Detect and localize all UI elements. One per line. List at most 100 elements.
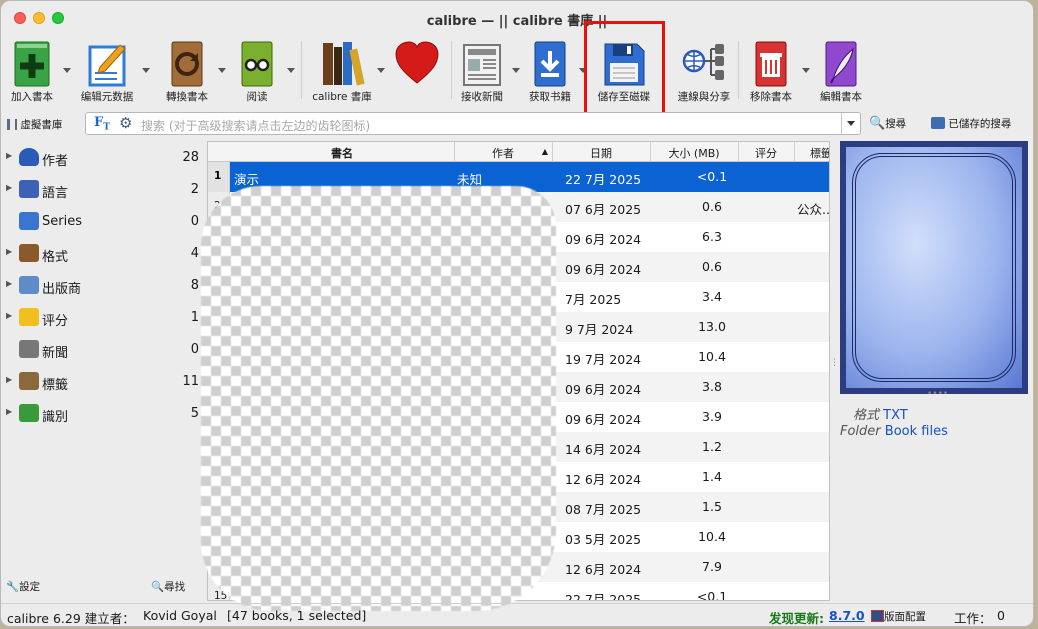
calibre-window: calibre — || calibre 書庫 || 加入書本 编辑元数据 轉換… (0, 0, 1034, 627)
sidebar-item-label: 標籤 (42, 378, 69, 393)
folder-link[interactable]: Book files (885, 424, 948, 439)
book-size: 1.2 (702, 439, 722, 454)
magnifier-icon: 🔍 (869, 116, 886, 131)
book-size: 1.5 (702, 499, 722, 514)
author-header-label: 作者 (492, 147, 514, 160)
expand-arrow-icon[interactable]: ▶ (6, 151, 12, 160)
book-date: 09 6月 2024 (565, 262, 642, 277)
connect-share-label: 連線與分享 (677, 91, 731, 103)
details-format: 格式 TXT (853, 404, 908, 423)
library-button[interactable]: calibre 書庫 (307, 35, 377, 105)
wrench-icon: 🔧 (6, 581, 20, 593)
series-icon (19, 212, 39, 230)
settings-button[interactable]: 🔧設定 (6, 579, 40, 594)
gear-icon[interactable]: ⚙ (119, 114, 132, 132)
column-header-date[interactable]: 日期 (552, 145, 650, 161)
sidebar-item-label: 語言 (42, 186, 69, 201)
update-label: 发现更新: (769, 611, 824, 626)
connect-share-button[interactable]: 連線與分享 (675, 35, 733, 105)
add-book-dropdown-icon[interactable] (63, 68, 71, 73)
book-size: 0.6 (702, 199, 722, 214)
expand-arrow-icon[interactable]: ▶ (6, 407, 12, 416)
sidebar-item-identifiers[interactable]: ▶ 識別 5 (1, 399, 205, 427)
column-header-tags[interactable]: 標籤 (794, 145, 829, 161)
identifiers-icon (19, 404, 39, 422)
add-book-button[interactable]: 加入書本 (1, 35, 63, 105)
toolbar-divider (451, 41, 452, 99)
sidebar-item-formats[interactable]: ▶ 格式 4 (1, 239, 205, 267)
splitter-handle[interactable]: ⋮ (830, 359, 839, 385)
sidebar-item-authors[interactable]: ▶ 作者 28 (1, 143, 205, 171)
cover-splitter-handle[interactable]: •••• (927, 389, 948, 399)
format-link[interactable]: TXT (883, 408, 908, 423)
read-dropdown-icon[interactable] (287, 68, 295, 73)
virtual-library-icon (7, 119, 17, 130)
sidebar-item-languages[interactable]: ▶ 語言 2 (1, 175, 205, 203)
convert-book-button[interactable]: 轉換書本 (157, 35, 217, 105)
column-header-rating[interactable]: 评分 (738, 145, 794, 161)
book-date: 9 7月 2024 (565, 322, 634, 337)
read-book-button[interactable]: 阅读 (229, 35, 285, 105)
library-dropdown-icon[interactable] (377, 68, 385, 73)
expand-arrow-icon[interactable]: ▶ (6, 247, 12, 256)
get-books-icon (534, 41, 566, 87)
find-button[interactable]: 🔍尋找 (151, 579, 185, 594)
full-text-search-icon[interactable]: FT (94, 115, 110, 133)
remove-book-button[interactable]: 移除書本 (743, 35, 799, 105)
expand-arrow-icon[interactable]: ▶ (6, 311, 12, 320)
convert-dropdown-icon[interactable] (218, 68, 226, 73)
jobs-label[interactable]: 工作： (954, 608, 992, 626)
book-date: 22 7月 2025 (565, 592, 642, 601)
expand-arrow-icon[interactable]: ▶ (6, 375, 12, 384)
book-size: 3.8 (702, 379, 722, 394)
column-header-author[interactable]: 作者 ▲ (454, 145, 552, 161)
search-button[interactable]: 🔍搜尋 (869, 116, 906, 131)
search-history-dropdown[interactable] (841, 113, 860, 134)
rating-star-icon (19, 308, 39, 326)
jobs-count[interactable]: 0 (997, 608, 1005, 623)
book-date: 08 7月 2025 (565, 502, 642, 517)
toolbar-divider (738, 41, 739, 99)
remove-book-dropdown-icon[interactable] (802, 68, 810, 73)
find-label: 尋找 (164, 581, 186, 593)
sidebar-item-series[interactable]: Series 0 (1, 207, 205, 235)
column-header-title[interactable]: 書名 (230, 145, 454, 161)
tags-icon (19, 372, 39, 390)
get-books-button[interactable]: 获取书籍 (522, 35, 578, 105)
sidebar-item-publisher[interactable]: ▶ 出版商 8 (1, 271, 205, 299)
sidebar-item-count: 4 (190, 246, 199, 261)
fetch-news-dropdown-icon[interactable] (512, 68, 520, 73)
fetch-news-button[interactable]: 接收新聞 (454, 35, 510, 105)
book-date: 09 6月 2024 (565, 382, 642, 397)
library-icon (323, 42, 365, 86)
donate-button[interactable] (389, 35, 445, 105)
window-title: calibre — || calibre 書庫 || (426, 14, 608, 29)
publisher-icon (19, 276, 39, 294)
row-number: 1 (208, 162, 230, 192)
title-bar: calibre — || calibre 書庫 || (1, 1, 1033, 35)
book-cover[interactable] (840, 141, 1028, 394)
layout-button[interactable]: 版面配置 (871, 608, 926, 624)
sidebar-item-rating-star[interactable]: ▶ 评分 1 (1, 303, 205, 331)
fetch-news-icon (463, 44, 501, 86)
expand-arrow-icon[interactable]: ▶ (6, 183, 12, 192)
donate-heart-icon (395, 41, 439, 84)
saved-searches-button[interactable]: 已儲存的搜尋 (931, 116, 1011, 131)
book-size: <0.1 (696, 589, 728, 601)
saved-searches-label: 已儲存的搜尋 (948, 118, 1012, 130)
update-version-link[interactable]: 8.7.0 (829, 608, 865, 623)
edit-metadata-dropdown-icon[interactable] (142, 68, 150, 73)
expand-arrow-icon[interactable]: ▶ (6, 279, 12, 288)
sidebar-item-label: 新聞 (42, 346, 69, 361)
toolbar-divider (301, 41, 302, 99)
sidebar-item-label: Series (42, 214, 82, 229)
column-header-size[interactable]: 大小 (MB) (650, 145, 738, 161)
virtual-library-button[interactable]: 虛擬書庫 (7, 117, 62, 132)
sidebar-item-tags[interactable]: ▶ 標籤 11 (1, 367, 205, 395)
edit-book-button[interactable]: 編輯書本 (813, 35, 869, 105)
sidebar-item-count: 28 (182, 150, 199, 165)
edit-metadata-button[interactable]: 编辑元数据 (75, 35, 139, 105)
sidebar-item-news[interactable]: 新聞 0 (1, 335, 205, 363)
fetch-news-label: 接收新聞 (461, 91, 503, 103)
search-input[interactable]: FT ⚙ 搜索 (对于高级搜索请点击左边的齿轮图标) (85, 112, 861, 135)
